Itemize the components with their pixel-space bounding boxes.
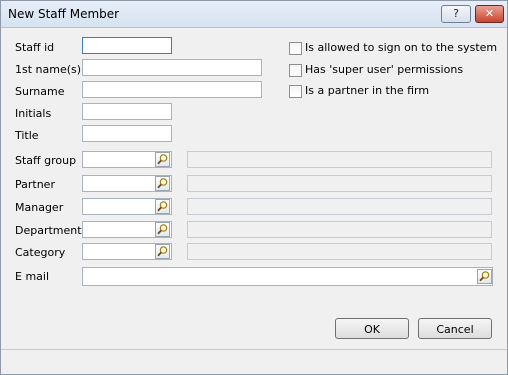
magnifier-icon xyxy=(157,246,168,257)
window-title: New Staff Member xyxy=(8,7,120,21)
partner-in-firm-label: Is a partner in the firm xyxy=(305,84,430,97)
help-button[interactable]: ? xyxy=(441,5,471,23)
magnifier-icon xyxy=(157,201,168,212)
department-lookup-button[interactable] xyxy=(155,222,170,237)
close-button[interactable]: ✕ xyxy=(475,5,504,23)
department-label: Department xyxy=(15,224,82,237)
partner-in-firm-checkbox[interactable] xyxy=(289,85,302,98)
category-label: Category xyxy=(15,246,66,259)
first-names-label: 1st name(s) xyxy=(15,63,82,76)
allowed-sign-on-checkbox[interactable] xyxy=(289,42,302,55)
title-field[interactable] xyxy=(82,125,172,142)
manager-description xyxy=(187,198,492,215)
surname-label: Surname xyxy=(15,85,65,98)
partner-description xyxy=(187,175,492,192)
staff-group-description xyxy=(187,151,492,168)
allowed-sign-on-label: Is allowed to sign on to the system xyxy=(305,41,498,54)
surname-field[interactable] xyxy=(82,81,262,98)
status-bar xyxy=(1,349,507,374)
staff-group-label: Staff group xyxy=(15,154,77,167)
initials-field[interactable] xyxy=(82,103,172,120)
manager-lookup-button[interactable] xyxy=(155,199,170,214)
manager-label: Manager xyxy=(15,201,64,214)
magnifier-icon xyxy=(479,271,490,282)
category-lookup-button[interactable] xyxy=(155,244,170,259)
super-user-checkbox[interactable] xyxy=(289,64,302,77)
initials-label: Initials xyxy=(15,107,52,120)
partner-lookup-button[interactable] xyxy=(155,176,170,191)
new-staff-member-dialog: New Staff Member ? ✕ Staff id 1st name(s… xyxy=(0,0,508,375)
first-names-field[interactable] xyxy=(82,59,262,76)
staff-id-label: Staff id xyxy=(15,41,55,54)
email-field[interactable] xyxy=(82,267,493,286)
partner-label: Partner xyxy=(15,178,55,191)
magnifier-icon xyxy=(157,224,168,235)
department-description xyxy=(187,221,492,238)
staff-id-field[interactable] xyxy=(82,37,172,54)
staff-group-lookup-button[interactable] xyxy=(155,152,170,167)
cancel-button[interactable]: Cancel xyxy=(418,318,492,339)
super-user-label: Has 'super user' permissions xyxy=(305,63,464,76)
title-label: Title xyxy=(15,129,39,142)
magnifier-icon xyxy=(157,178,168,189)
magnifier-icon xyxy=(157,154,168,165)
ok-button[interactable]: OK xyxy=(335,318,409,339)
email-label: E mail xyxy=(15,270,50,283)
title-bar[interactable]: New Staff Member ? ✕ xyxy=(1,1,507,28)
category-description xyxy=(187,243,492,260)
email-lookup-button[interactable] xyxy=(477,269,492,284)
